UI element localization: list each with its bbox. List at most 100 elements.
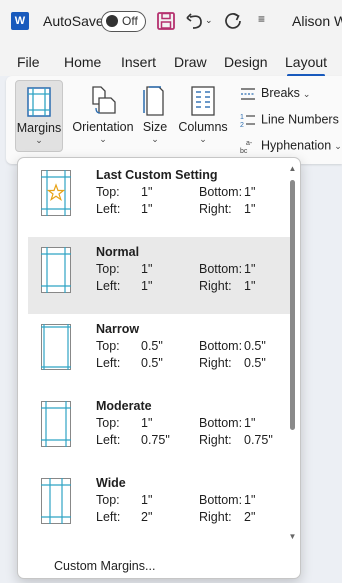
chevron-down-icon: ⌄ — [151, 134, 159, 144]
left-value: 0.75" — [141, 433, 170, 447]
svg-text:2: 2 — [240, 122, 244, 128]
top-label: Top: — [96, 416, 120, 430]
bottom-value: 1" — [244, 416, 256, 430]
redo-icon[interactable] — [222, 10, 244, 32]
breaks-label: Breaks — [261, 86, 300, 100]
bottom-label: Bottom: — [199, 339, 243, 353]
scrollbar-thumb[interactable] — [290, 180, 295, 430]
right-value: 2" — [244, 510, 256, 524]
left-label: Left: — [96, 510, 121, 524]
right-value: 0.75" — [244, 433, 273, 447]
customize-qat-icon[interactable]: ≡ — [258, 12, 265, 26]
chevron-down-icon: ⌄ — [199, 134, 207, 144]
ribbon-tabs: File Home Insert Draw Design Layout — [0, 44, 342, 77]
margin-option-narrow[interactable]: Narrow Top: 0.5" Bottom: 0.5" Left: 0.5"… — [28, 314, 292, 391]
scroll-down-icon[interactable]: ▼ — [288, 532, 297, 541]
tab-home[interactable]: Home — [64, 54, 101, 70]
top-label: Top: — [96, 339, 120, 353]
breaks-icon — [241, 88, 255, 100]
bottom-value: 1" — [244, 262, 256, 276]
top-value: 0.5" — [141, 339, 163, 353]
margin-option-normal[interactable]: Normal Top: 1" Bottom: 1" Left: 1" Right… — [28, 237, 292, 314]
ribbon-layout: Margins ⌄ Orientation ⌄ Size ⌄ Columns ⌄… — [6, 76, 342, 164]
page-margin-icon — [41, 247, 71, 293]
left-value: 2" — [141, 510, 153, 524]
left-label: Left: — [96, 433, 121, 447]
left-value: 1" — [141, 202, 153, 216]
bottom-label: Bottom: — [199, 493, 243, 507]
line-numbers-icon: 1 2 — [240, 114, 255, 128]
custom-margins-button[interactable]: Custom Margins... — [54, 559, 155, 573]
right-label: Right: — [199, 202, 232, 216]
right-label: Right: — [199, 356, 232, 370]
tab-insert[interactable]: Insert — [121, 54, 156, 70]
title-bar: W AutoSave Off ⌄ ≡ Alison W — [0, 0, 342, 44]
option-title: Normal — [96, 245, 140, 259]
orientation-label: Orientation — [72, 120, 134, 134]
toggle-knob — [106, 15, 118, 27]
margin-option-wide[interactable]: Wide Top: 1" Bottom: 1" Left: 2" Right: … — [28, 468, 292, 545]
tab-file[interactable]: File — [17, 54, 40, 70]
margins-label: Margins — [16, 121, 62, 135]
chevron-down-icon: ⌄ — [99, 134, 107, 144]
option-title: Wide — [96, 476, 126, 490]
page-margin-icon — [41, 478, 71, 524]
top-value: 1" — [141, 493, 153, 507]
hyphenation-label: Hyphenation — [261, 138, 332, 153]
top-label: Top: — [96, 493, 120, 507]
orientation-icon — [92, 86, 116, 114]
right-label: Right: — [199, 433, 232, 447]
columns-icon — [191, 86, 215, 116]
autosave-toggle[interactable]: Off — [101, 11, 146, 32]
scroll-up-icon[interactable]: ▲ — [288, 164, 297, 173]
right-value: 1" — [244, 279, 256, 293]
margins-icon — [27, 87, 51, 117]
margin-option-moderate[interactable]: Moderate Top: 1" Bottom: 1" Left: 0.75" … — [28, 391, 292, 468]
hyphenation-button[interactable]: a- bc Hyphenation ⌄ — [240, 138, 342, 154]
option-title: Moderate — [96, 399, 152, 413]
line-numbers-label: Line Numbers — [261, 112, 339, 127]
line-numbers-button[interactable]: 1 2 Line Numbers⌄ — [240, 112, 342, 128]
tab-design[interactable]: Design — [224, 54, 268, 70]
chevron-down-icon: ⌄ — [302, 89, 311, 99]
chevron-down-icon: ⌄ — [334, 141, 342, 152]
top-label: Top: — [96, 262, 120, 276]
word-logo-icon: W — [11, 12, 29, 30]
margins-dropdown: Last Custom Setting Top: 1" Bottom: 1" L… — [17, 157, 301, 579]
size-label: Size — [142, 120, 168, 134]
undo-icon[interactable] — [184, 10, 206, 32]
bottom-label: Bottom: — [199, 416, 243, 430]
orientation-button[interactable]: Orientation ⌄ — [68, 80, 138, 152]
svg-text:1: 1 — [240, 114, 244, 121]
option-title: Last Custom Setting — [96, 168, 218, 182]
top-value: 1" — [141, 416, 153, 430]
size-icon — [143, 86, 164, 116]
bottom-label: Bottom: — [199, 262, 243, 276]
breaks-button[interactable]: Breaks ⌄ — [240, 86, 310, 101]
left-label: Left: — [96, 279, 121, 293]
top-label: Top: — [96, 185, 120, 199]
left-label: Left: — [96, 202, 121, 216]
user-name[interactable]: Alison W — [292, 13, 342, 29]
bottom-value: 1" — [244, 185, 256, 199]
right-label: Right: — [199, 510, 232, 524]
size-button[interactable]: Size ⌄ — [140, 80, 170, 152]
margin-option-last-custom[interactable]: Last Custom Setting Top: 1" Bottom: 1" L… — [28, 160, 292, 237]
left-label: Left: — [96, 356, 121, 370]
save-icon[interactable] — [155, 10, 177, 32]
svg-text:a-: a- — [246, 140, 253, 147]
page-margin-icon — [41, 170, 71, 216]
tab-draw[interactable]: Draw — [174, 54, 207, 70]
columns-label: Columns — [178, 120, 228, 134]
right-value: 0.5" — [244, 356, 266, 370]
undo-dropdown-icon[interactable]: ⌄ — [205, 15, 213, 26]
autosave-label: AutoSave — [43, 13, 104, 29]
left-value: 0.5" — [141, 356, 163, 370]
tab-layout[interactable]: Layout — [285, 54, 327, 70]
left-value: 1" — [141, 279, 153, 293]
top-value: 1" — [141, 185, 153, 199]
margins-button[interactable]: Margins ⌄ — [15, 80, 63, 152]
top-value: 1" — [141, 262, 153, 276]
columns-button[interactable]: Columns ⌄ — [176, 80, 230, 152]
autosave-state: Off — [122, 14, 138, 28]
